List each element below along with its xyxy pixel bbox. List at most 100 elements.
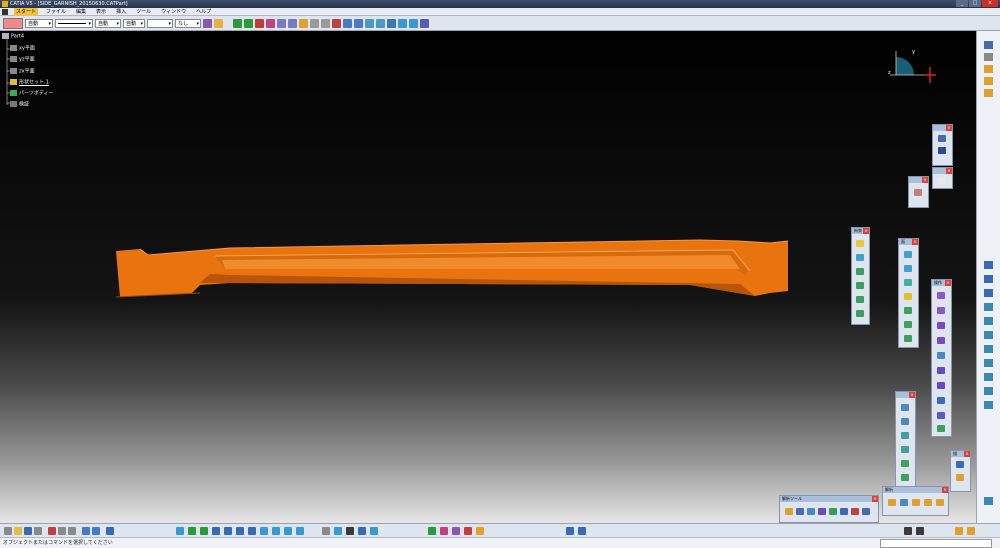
side-garnish-part[interactable] [0, 31, 976, 523]
symmetry-icon[interactable] [937, 412, 945, 419]
constraint-icon[interactable] [856, 240, 864, 247]
arc-icon[interactable] [984, 331, 993, 339]
angle-icon[interactable] [856, 310, 864, 317]
instantiate-icon[interactable] [452, 527, 460, 535]
contact-icon[interactable] [856, 282, 864, 289]
dress-icon[interactable] [818, 508, 826, 515]
minimize-button[interactable]: _ [956, 0, 968, 7]
rule-icon[interactable] [346, 527, 354, 535]
corner-icon[interactable] [984, 303, 993, 311]
layer-dropdown[interactable]: 自動 [123, 18, 145, 29]
translate-icon[interactable] [937, 382, 945, 389]
menu-help[interactable]: ヘルプ [194, 8, 213, 16]
measure-icon[interactable] [299, 18, 308, 28]
point-tool-icon[interactable] [984, 89, 993, 97]
connect-icon[interactable] [901, 460, 909, 467]
rotate-op-icon[interactable] [937, 397, 945, 404]
dimension-icon[interactable] [856, 268, 864, 275]
measure-inertia-icon[interactable] [807, 508, 815, 515]
cut-tool-icon[interactable] [48, 527, 56, 535]
line-icon[interactable] [266, 18, 275, 28]
brush-icon[interactable] [214, 18, 223, 28]
pan-icon[interactable] [200, 527, 208, 535]
knowledge-tool-icon[interactable] [476, 527, 484, 535]
spline-tool-icon[interactable] [984, 317, 993, 325]
close-icon[interactable]: × [922, 177, 928, 183]
iso-view-icon[interactable] [260, 527, 268, 535]
boundary-icon[interactable] [937, 337, 945, 344]
helix-icon[interactable] [901, 474, 909, 481]
menu-start[interactable]: スタート [14, 7, 39, 16]
plane-icon[interactable] [277, 18, 286, 28]
close-icon[interactable]: × [863, 228, 869, 234]
fillet-icon[interactable] [937, 367, 945, 374]
list-icon[interactable] [578, 527, 586, 535]
undo-tool-icon[interactable] [82, 527, 90, 535]
linewidth-dropdown[interactable]: 自動 [95, 18, 121, 29]
update-icon[interactable] [365, 18, 374, 28]
part-design-icon[interactable] [428, 527, 436, 535]
curve-icon[interactable] [901, 404, 909, 411]
transparency-dropdown[interactable]: 自動 [25, 18, 53, 29]
copy-icon[interactable] [321, 18, 330, 28]
revolve-icon[interactable] [904, 265, 912, 272]
projection-icon[interactable] [901, 432, 909, 439]
connect-analysis-icon[interactable] [912, 499, 920, 506]
menu-edit[interactable]: 編集 [74, 8, 88, 16]
snap-icon[interactable] [288, 18, 297, 28]
extract-icon[interactable] [937, 352, 945, 359]
sketcher-icon[interactable] [984, 53, 993, 61]
offset-surface-icon[interactable] [904, 335, 912, 342]
fix-icon[interactable] [856, 254, 864, 261]
check-tool-icon[interactable] [370, 527, 378, 535]
rotate-view-icon[interactable] [212, 527, 220, 535]
join-icon[interactable] [937, 292, 945, 299]
hide-show-icon[interactable] [284, 527, 292, 535]
publish-icon[interactable] [464, 527, 472, 535]
print-icon[interactable] [34, 527, 42, 535]
close-icon[interactable]: × [964, 451, 970, 457]
measure-between-icon[interactable] [785, 508, 793, 515]
menu-window[interactable]: ウィンドウ [159, 8, 188, 16]
menu-tools[interactable]: ツール [134, 8, 153, 16]
measure-item-icon[interactable] [796, 508, 804, 515]
linetype-dropdown[interactable] [55, 18, 93, 29]
whats-this-icon[interactable] [106, 527, 114, 535]
close-icon[interactable]: × [872, 496, 878, 502]
line-tool-icon[interactable] [984, 261, 993, 269]
light-icon[interactable] [840, 508, 848, 515]
workbench-tool-icon[interactable] [904, 527, 912, 535]
3d-viewport[interactable]: Part4 xy平面 yz平面 zx平面 形状セット.1 パーツボディー 検証 … [0, 31, 976, 523]
split-icon[interactable] [937, 307, 945, 314]
redo-tool-icon[interactable] [92, 527, 100, 535]
formula-icon[interactable] [387, 18, 396, 28]
fill-icon[interactable] [904, 293, 912, 300]
style-dropdown[interactable] [147, 18, 173, 29]
geodesic-icon[interactable] [829, 508, 837, 515]
law-icon[interactable] [409, 18, 418, 28]
position-sketch-icon[interactable] [956, 474, 964, 481]
menu-view[interactable]: 表示 [94, 8, 108, 16]
grid-icon[interactable] [938, 147, 946, 154]
extrapolate-icon[interactable] [937, 425, 945, 432]
shape-icon[interactable] [955, 527, 963, 535]
save-icon[interactable] [24, 527, 32, 535]
plane-tool-icon[interactable] [984, 77, 993, 85]
draft-analysis-icon[interactable] [888, 499, 896, 506]
close-button[interactable]: × [982, 0, 998, 7]
offset-icon[interactable] [856, 296, 864, 303]
redo-icon[interactable] [354, 18, 363, 28]
menu-file[interactable]: ファイル [44, 8, 68, 16]
reaction-icon[interactable] [440, 527, 448, 535]
knowledge-icon[interactable] [420, 18, 429, 28]
spline-icon[interactable] [901, 418, 909, 425]
curvature-analysis-icon[interactable] [900, 499, 908, 506]
select-icon[interactable] [984, 41, 993, 49]
mapping-icon[interactable] [851, 508, 859, 515]
close-icon[interactable]: × [942, 487, 948, 493]
distance-analysis-icon[interactable] [924, 499, 932, 506]
point-dropdown[interactable]: なし [175, 18, 201, 29]
normal-view-icon[interactable] [248, 527, 256, 535]
shading-icon[interactable] [272, 527, 280, 535]
close-icon[interactable]: × [909, 392, 915, 398]
